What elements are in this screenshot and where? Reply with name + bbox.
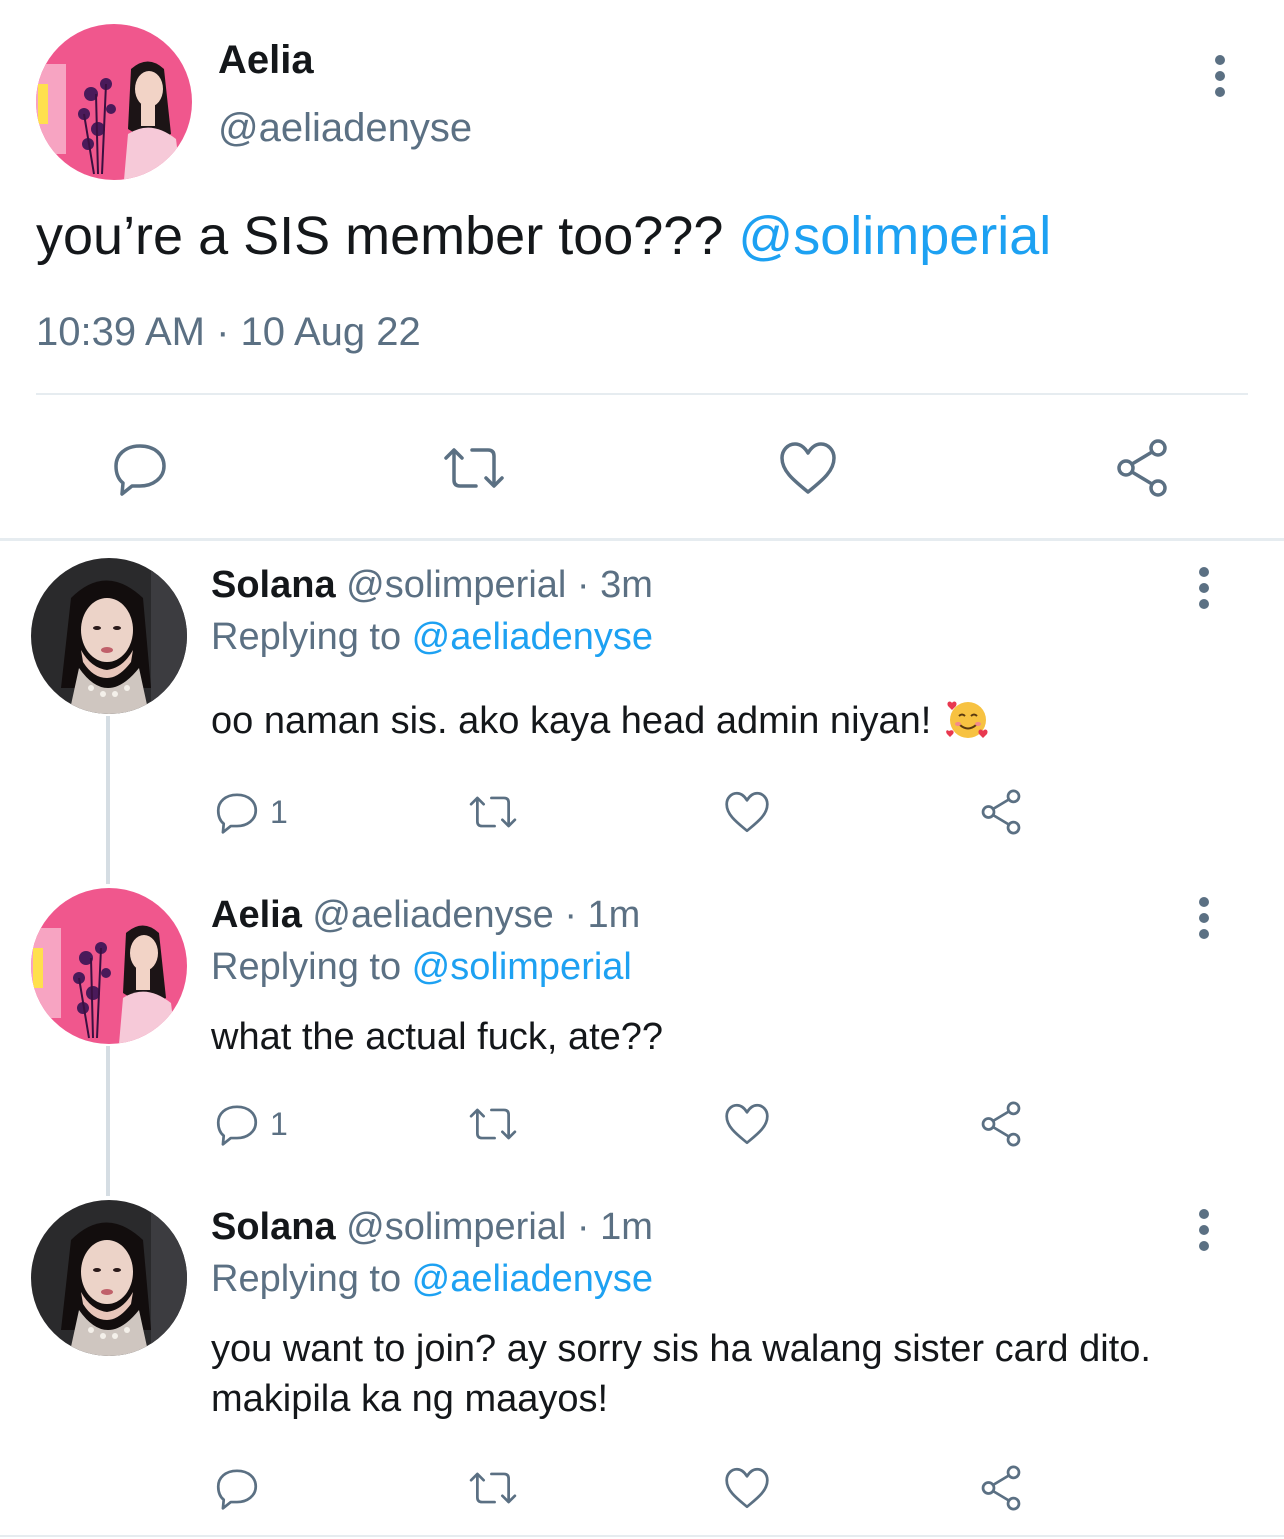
avatar-aelia[interactable] bbox=[31, 888, 187, 1044]
reply-tweet: Solana @solimperial · 1m Replying to @ae… bbox=[0, 1198, 1284, 1534]
retweet-icon[interactable] bbox=[468, 1460, 518, 1516]
replying-label: Replying to bbox=[211, 946, 412, 988]
reply-icon[interactable] bbox=[212, 787, 262, 837]
share-icon[interactable] bbox=[976, 1096, 1026, 1152]
mention-link[interactable]: @solimperial bbox=[738, 206, 1051, 266]
reply-text: what the actual fuck, ate?? bbox=[211, 1016, 664, 1058]
like-icon[interactable] bbox=[722, 1460, 772, 1516]
reply-handle-time[interactable]: @solimperial · 3m bbox=[336, 564, 653, 606]
retweet-icon[interactable] bbox=[442, 436, 506, 500]
replying-label: Replying to bbox=[211, 616, 412, 658]
share-icon[interactable] bbox=[1110, 436, 1174, 500]
share-icon[interactable] bbox=[976, 1460, 1026, 1516]
more-options-icon[interactable] bbox=[1184, 564, 1224, 612]
like-icon[interactable] bbox=[776, 436, 840, 500]
divider bbox=[0, 1535, 1284, 1537]
reply-icon[interactable] bbox=[212, 1460, 262, 1516]
like-icon[interactable] bbox=[722, 784, 772, 840]
reply-tweet: Solana @solimperial · 3m Replying to @ae… bbox=[0, 556, 1284, 876]
reply-action[interactable]: 1 bbox=[212, 784, 288, 840]
divider bbox=[36, 393, 1248, 395]
reply-icon[interactable] bbox=[212, 1099, 262, 1149]
retweet-icon[interactable] bbox=[468, 784, 518, 840]
share-icon[interactable] bbox=[976, 784, 1026, 840]
avatar-aelia[interactable] bbox=[36, 24, 192, 180]
main-tweet: Aelia @aeliadenyse you’re a SIS member t… bbox=[0, 0, 1284, 540]
like-icon[interactable] bbox=[722, 1096, 772, 1152]
reply-handle-time[interactable]: @solimperial · 1m bbox=[336, 1206, 653, 1248]
reply-handle-time[interactable]: @aeliadenyse · 1m bbox=[302, 894, 640, 936]
reply-action[interactable]: 1 bbox=[212, 1096, 288, 1152]
section-divider bbox=[0, 538, 1284, 541]
reply-icon[interactable] bbox=[108, 436, 172, 500]
reply-count: 1 bbox=[270, 793, 288, 830]
smiling-face-with-hearts-icon bbox=[946, 697, 990, 741]
replying-to: Replying to @aeliadenyse bbox=[211, 616, 653, 659]
author-name[interactable]: Aelia bbox=[218, 38, 314, 83]
reply-header: Solana @solimperial · 1m bbox=[211, 1206, 653, 1249]
replying-to-link[interactable]: @aeliadenyse bbox=[412, 1258, 653, 1300]
reply-text: you want to join? ay sorry sis ha walang… bbox=[211, 1328, 1151, 1420]
replying-to: Replying to @solimperial bbox=[211, 946, 632, 989]
reply-header: Aelia @aeliadenyse · 1m bbox=[211, 894, 640, 937]
tweet-timestamp[interactable]: 10:39 AM · 10 Aug 22 bbox=[36, 310, 421, 355]
reply-tweet: Aelia @aeliadenyse · 1m Replying to @sol… bbox=[0, 886, 1284, 1196]
more-options-icon[interactable] bbox=[1200, 52, 1240, 100]
reply-author-name[interactable]: Aelia bbox=[211, 894, 302, 936]
tweet-text-body: you’re a SIS member too??? bbox=[36, 206, 739, 266]
reply-author-name[interactable]: Solana bbox=[211, 1206, 336, 1248]
reply-header: Solana @solimperial · 3m bbox=[211, 564, 653, 607]
reply-text-body: oo naman sis. ako kaya head admin niyan! bbox=[211, 700, 942, 742]
reply-text: oo naman sis. ako kaya head admin niyan! bbox=[211, 696, 1251, 746]
replying-to: Replying to @aeliadenyse bbox=[211, 1258, 653, 1301]
reply-count: 1 bbox=[270, 1105, 288, 1142]
replying-to-link[interactable]: @aeliadenyse bbox=[412, 616, 653, 658]
replying-to-link[interactable]: @solimperial bbox=[412, 946, 632, 988]
author-handle[interactable]: @aeliadenyse bbox=[218, 106, 472, 151]
replying-label: Replying to bbox=[211, 1258, 412, 1300]
avatar-solana[interactable] bbox=[31, 1200, 187, 1356]
more-options-icon[interactable] bbox=[1184, 894, 1224, 942]
reply-author-name[interactable]: Solana bbox=[211, 564, 336, 606]
more-options-icon[interactable] bbox=[1184, 1206, 1224, 1254]
avatar-solana[interactable] bbox=[31, 558, 187, 714]
retweet-icon[interactable] bbox=[468, 1096, 518, 1152]
tweet-text: you’re a SIS member too??? @solimperial bbox=[36, 205, 1051, 267]
